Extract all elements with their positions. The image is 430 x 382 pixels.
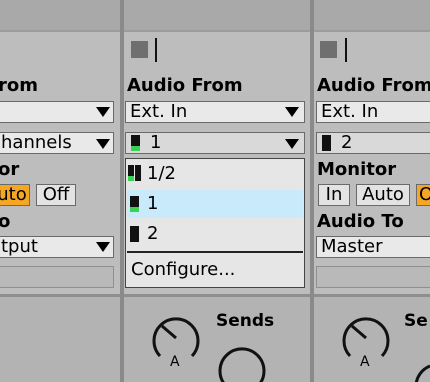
monitor-auto-button[interactable]: uto [0, 184, 30, 206]
audio-from-label: Audio From [127, 75, 243, 96]
monitor-label: or [0, 159, 20, 180]
left-sends-section [0, 297, 120, 382]
track-divider [310, 0, 314, 382]
chevron-down-icon [96, 107, 110, 117]
send-knob-icon[interactable]: A [338, 304, 394, 370]
send-knob-icon[interactable]: A [148, 304, 204, 370]
level-meter-icon [135, 165, 141, 181]
output-channel-slot [316, 266, 430, 288]
menu-item-label: 1/2 [147, 163, 176, 184]
clip-stop-button[interactable] [320, 41, 337, 58]
audio-to-label: o [0, 211, 11, 232]
sends-label: Sends [216, 311, 275, 331]
level-meter-icon [128, 165, 134, 181]
chevron-down-icon [285, 139, 299, 149]
center-track-header [124, 0, 310, 30]
right-track-header [314, 0, 430, 30]
input-type-select[interactable]: Ext. In [316, 101, 430, 123]
send-knob-label: A [170, 354, 180, 370]
track-marker [345, 38, 347, 62]
chevron-down-icon [285, 107, 299, 117]
track-marker [155, 38, 157, 62]
level-meter-icon [322, 135, 331, 151]
monitor-in-button[interactable]: In [318, 184, 350, 206]
level-meter-icon [131, 135, 140, 151]
menu-separator [127, 251, 303, 253]
menu-item-1[interactable]: 1 [127, 190, 303, 218]
input-channel-menu: 1/2 1 2 Configure... [125, 158, 305, 288]
monitor-off-button[interactable]: Off [36, 184, 76, 206]
input-channel-select[interactable]: 1 [125, 132, 305, 154]
send-knob-icon[interactable] [214, 336, 270, 382]
menu-item-2[interactable]: 2 [127, 220, 303, 248]
monitor-label: Monitor [317, 159, 397, 180]
menu-item-label: 2 [147, 223, 159, 244]
level-meter-icon [130, 226, 139, 242]
menu-item-label: 1 [147, 193, 159, 214]
left-track-header [0, 0, 120, 30]
audio-from-label: Audio From [317, 75, 430, 96]
output-select[interactable]: Master [316, 236, 430, 258]
menu-item-label: Configure... [131, 259, 236, 280]
level-meter-icon [130, 196, 139, 212]
monitor-auto-button[interactable]: Auto [356, 184, 410, 206]
clip-stop-button[interactable] [131, 41, 148, 58]
input-type-select[interactable]: Ext. In [125, 101, 305, 123]
chevron-down-icon [96, 139, 110, 149]
menu-item-1-2[interactable]: 1/2 [127, 160, 303, 188]
audio-from-label: rom [0, 75, 38, 96]
chevron-down-icon [96, 242, 110, 252]
header-divider [0, 30, 430, 32]
sends-label: Se [404, 311, 428, 331]
send-knob-label: A [360, 354, 370, 370]
input-channel-select[interactable]: 2 [316, 132, 430, 154]
send-knob-icon[interactable] [404, 336, 430, 382]
audio-to-label: Audio To [317, 211, 404, 232]
menu-item-configure[interactable]: Configure... [127, 256, 303, 284]
track-divider [120, 0, 124, 382]
monitor-off-button[interactable]: O [416, 184, 430, 206]
output-channel-slot [0, 266, 114, 288]
